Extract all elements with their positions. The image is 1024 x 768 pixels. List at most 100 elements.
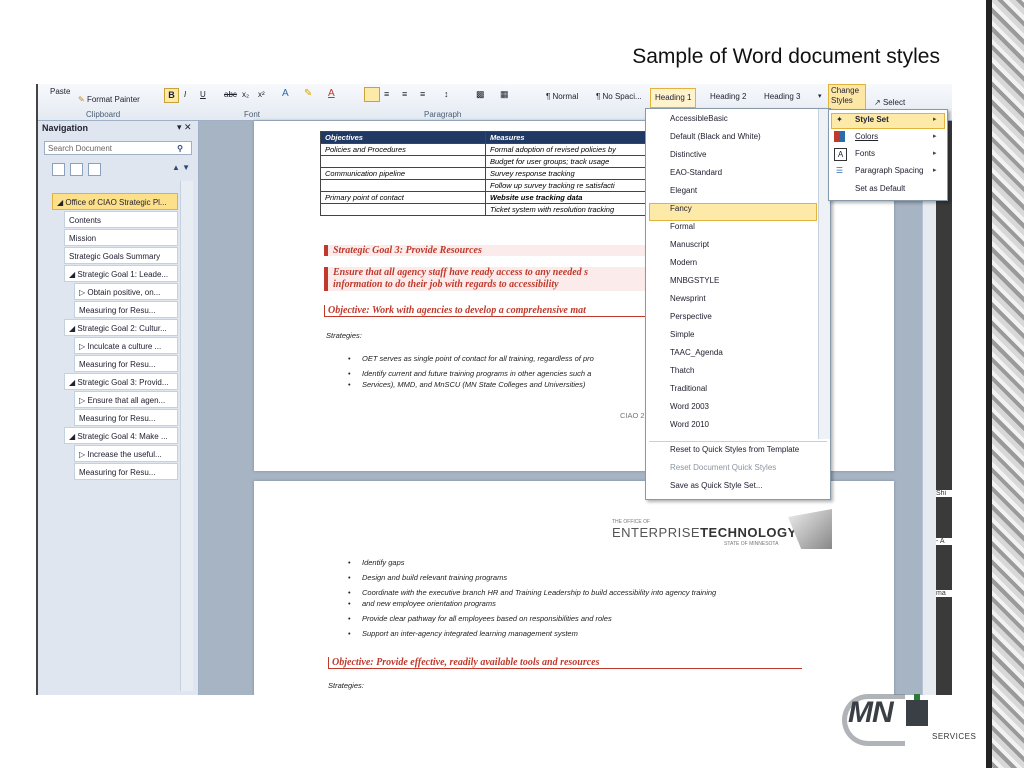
menu-item-fonts[interactable]: Fonts (855, 147, 875, 161)
style-set-item[interactable]: Word 2010 (670, 418, 709, 432)
nav-item[interactable]: Mission (64, 229, 178, 246)
paste-button[interactable]: Paste (50, 87, 70, 96)
font-color-icon[interactable]: A (328, 88, 335, 99)
nav-item[interactable]: ▷ Inculcate a culture ... (74, 337, 178, 354)
align-right-icon[interactable]: ≡ (402, 89, 407, 99)
style-heading-3[interactable]: Heading 3 (760, 88, 804, 106)
save-style-set-item[interactable]: Save as Quick Style Set... (670, 479, 762, 493)
shading-icon[interactable]: ▩ (476, 89, 485, 100)
nav-item[interactable]: Measuring for Resu... (74, 463, 178, 480)
nav-item[interactable]: Measuring for Resu... (74, 301, 178, 318)
nav-item[interactable]: ▷ Obtain positive, on... (74, 283, 178, 300)
list-item-text: Services), MMD, and MnSCU (MN State Coll… (362, 380, 586, 389)
nav-scrollbar[interactable] (180, 181, 193, 691)
nav-item[interactable]: ◢ Strategic Goal 4: Make ... (64, 427, 178, 444)
nav-item[interactable]: ▷ Increase the useful... (74, 445, 178, 462)
tab-results-icon[interactable] (88, 163, 102, 176)
style-heading-2[interactable]: Heading 2 (706, 88, 750, 106)
reset-template-item[interactable]: Reset to Quick Styles from Template (670, 443, 799, 457)
nav-item[interactable]: ▷ Ensure that all agen... (74, 391, 178, 408)
list-item: OET serves as single point of contact fo… (348, 353, 648, 364)
background-text-fragment: Shi (936, 490, 952, 497)
menu-item-set-as-default[interactable]: Set as Default (855, 182, 905, 196)
nav-item[interactable]: ◢ Office of CIAO Strategic Pl... (52, 193, 178, 210)
style-set-item[interactable]: MNBGSTYLE (670, 274, 719, 288)
superscript-button[interactable]: x² (258, 90, 265, 99)
ensure-line-1: Ensure that all agency staff have ready … (333, 267, 589, 278)
style-set-item[interactable]: AccessibleBasic (670, 112, 728, 126)
style-set-item[interactable]: TAAC_Agenda (670, 346, 723, 360)
nav-heading-list: ◢ Office of CIAO Strategic Pl... Contents… (52, 193, 178, 481)
borders-icon[interactable]: ▦ (500, 89, 509, 100)
nav-item[interactable]: ◢ Strategic Goal 2: Cultur... (64, 319, 178, 336)
style-set-item[interactable]: Formal (670, 220, 695, 234)
align-center-icon[interactable]: ≡ (384, 89, 389, 99)
search-input[interactable]: Search Document ⚲ (44, 141, 192, 155)
bold-button[interactable]: B (164, 88, 179, 103)
style-set-item[interactable]: Manuscript (670, 238, 709, 252)
select-button[interactable]: ↗ Select (874, 98, 905, 107)
table-header: Objectives (320, 131, 486, 144)
style-set-item[interactable]: Elegant (670, 184, 697, 198)
style-set-item[interactable]: Traditional (670, 382, 707, 396)
highlight-icon[interactable]: ✎ (304, 88, 312, 99)
reset-document-item[interactable]: Reset Document Quick Styles (670, 461, 776, 475)
tab-headings-icon[interactable] (52, 163, 65, 176)
align-left-icon[interactable] (364, 87, 380, 102)
style-set-item[interactable]: Simple (670, 328, 694, 342)
document-scrollbar[interactable] (922, 121, 937, 695)
change-styles-button[interactable]: Change Styles (828, 84, 866, 112)
logo-services-text: SERVICES (932, 732, 977, 741)
justify-icon[interactable]: ≡ (420, 89, 425, 99)
menu-item-colors[interactable]: Colors (855, 130, 878, 144)
text-effects-icon[interactable]: A (282, 88, 289, 99)
search-placeholder: Search Document (48, 144, 113, 153)
nav-item[interactable]: ◢ Strategic Goal 3: Provid... (64, 373, 178, 390)
nav-item[interactable]: Measuring for Resu... (74, 409, 178, 426)
nav-item[interactable]: ◢ Strategic Goal 1: Leade... (64, 265, 178, 282)
decorative-stripe-border (986, 0, 1024, 768)
chevron-right-icon: ▸ (933, 133, 937, 140)
objective-heading-2: Objective: Provide effective, readily av… (328, 657, 802, 669)
fonts-icon: A (834, 148, 847, 161)
document-page-2: THE OFFICE OF ENTERPRISETECHNOLOGY STATE… (254, 481, 894, 695)
style-set-item[interactable]: Thatch (670, 364, 694, 378)
objective-heading-1: Objective: Work with agencies to develop… (324, 305, 648, 317)
style-set-item[interactable]: Distinctive (670, 148, 706, 162)
oet-logo-part-b: TECHNOLOGY (700, 525, 797, 540)
subscript-button[interactable]: x₂ (242, 90, 249, 99)
nav-arrows-icon[interactable]: ▲ ▼ (172, 163, 190, 172)
nav-item[interactable]: Contents (64, 211, 178, 228)
italic-button[interactable]: I (184, 90, 186, 99)
cursor-icon: ↗ (874, 98, 881, 107)
style-set-item[interactable]: Default (Black and White) (670, 130, 761, 144)
format-painter-button[interactable]: ✎ Format Painter (78, 95, 140, 104)
style-set-item[interactable]: Word 2003 (670, 400, 709, 414)
close-icon[interactable]: ▾ ✕ (177, 122, 192, 133)
list-item: Design and build relevant training progr… (348, 572, 828, 583)
menu-item-paragraph-spacing[interactable]: Paragraph Spacing (855, 164, 924, 178)
nav-item[interactable]: Strategic Goals Summary (64, 247, 178, 264)
menu-item-style-set[interactable]: Style Set (855, 113, 889, 127)
nav-item[interactable]: Measuring for Resu... (74, 355, 178, 372)
style-heading-1[interactable]: Heading 1 (650, 88, 697, 108)
word-screenshot: Paste ✎ Format Painter Clipboard Font Pa… (36, 84, 952, 695)
colors-icon (834, 131, 845, 142)
line-spacing-icon[interactable]: ↕ (444, 89, 449, 99)
group-paragraph: Paragraph (424, 110, 462, 119)
style-set-item[interactable]: Modern (670, 256, 697, 270)
style-set-item[interactable]: EAO-Standard (670, 166, 722, 180)
search-icon[interactable]: ⚲ (177, 142, 183, 156)
style-set-item[interactable]: Fancy (670, 202, 692, 216)
tab-pages-icon[interactable] (70, 163, 84, 176)
list-item: Identify current and future training pro… (348, 368, 648, 379)
style-normal[interactable]: ¶ Normal (542, 88, 582, 106)
style-no-spacing[interactable]: ¶ No Spaci... (592, 88, 646, 106)
strikethrough-button[interactable]: abc (224, 90, 237, 99)
group-clipboard: Clipboard (86, 110, 121, 119)
style-set-item[interactable]: Perspective (670, 310, 712, 324)
underline-button[interactable]: U (200, 90, 206, 99)
style-set-item[interactable]: Newsprint (670, 292, 706, 306)
ensure-line-2: information to do their job with regards… (333, 279, 559, 290)
gallery-more-icon[interactable]: ▾ (814, 88, 826, 106)
